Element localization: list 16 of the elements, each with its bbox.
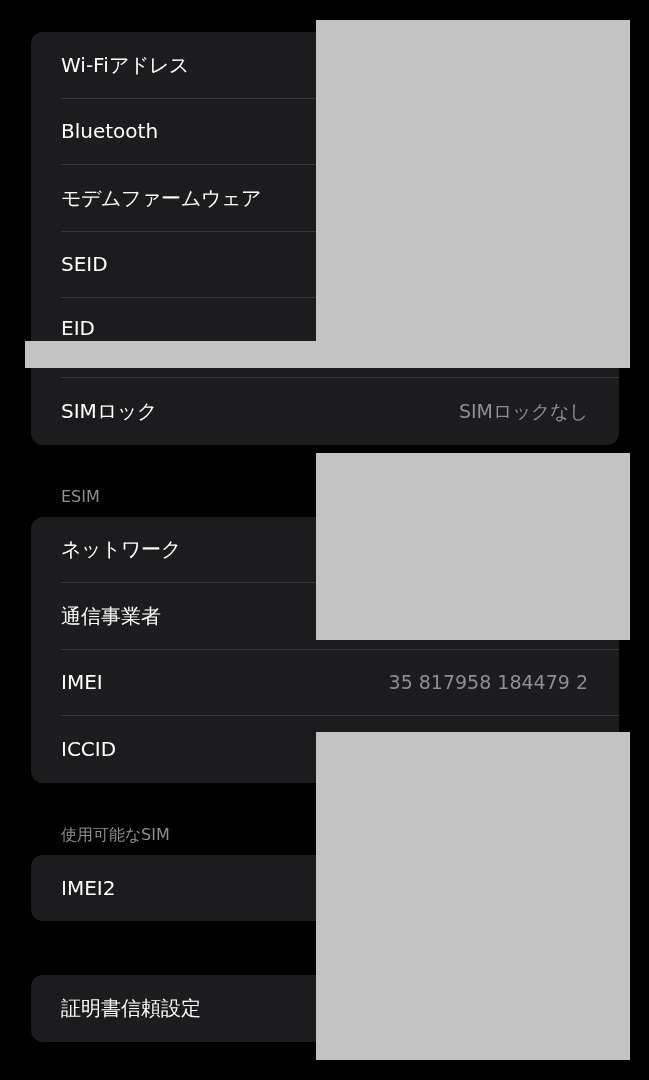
row-label: IMEI — [61, 669, 103, 697]
row-label: モデムファームウェア — [61, 184, 261, 212]
row-label: SEID — [61, 251, 108, 279]
row-label: Bluetooth — [61, 118, 159, 146]
section-header: 使用可能なSIM — [61, 824, 170, 844]
row-label: EID — [61, 315, 95, 342]
row-label: 証明書信頼設定 — [61, 995, 201, 1023]
row-value: SIMロックなし — [458, 399, 588, 424]
row-label: SIMロック — [61, 398, 157, 426]
row-label: ネットワーク — [61, 536, 181, 564]
row-label: IMEI2 — [61, 874, 116, 902]
row-label: ICCID — [61, 736, 117, 764]
row-label: Wi-Fiアドレス — [61, 51, 189, 79]
section-header: ESIM — [61, 486, 100, 506]
row-value: 35 817958 184479 2 — [388, 670, 588, 695]
row-label: 通信事業者 — [61, 602, 161, 630]
